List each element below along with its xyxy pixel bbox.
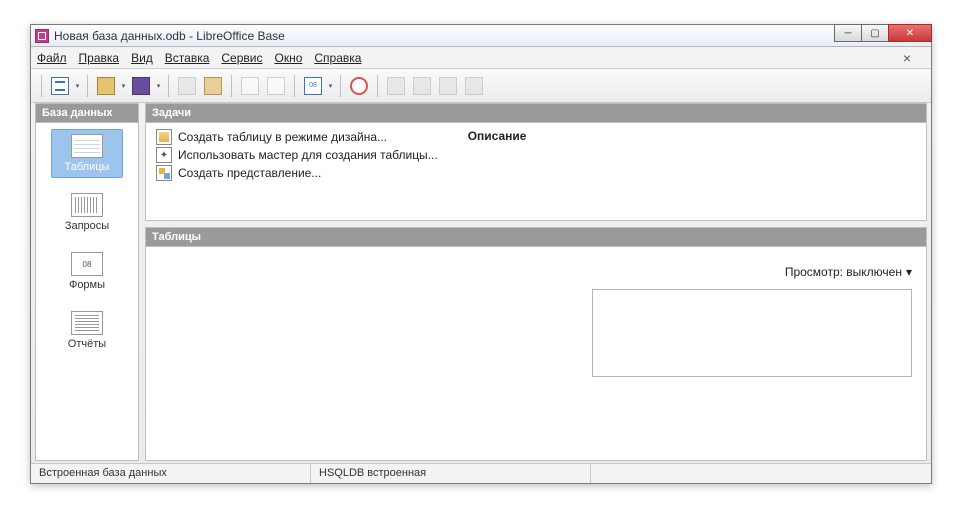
statusbar: Встроенная база данных HSQLDB встроенная: [31, 463, 931, 483]
titlebar[interactable]: Новая база данных.odb - LibreOffice Base…: [31, 25, 931, 47]
menu-edit[interactable]: Правка: [79, 51, 120, 65]
form-button[interactable]: [301, 74, 325, 98]
maximize-button[interactable]: ▢: [861, 24, 889, 42]
menu-view[interactable]: Вид: [131, 51, 153, 65]
task-wizard[interactable]: Использовать мастер для создания таблицы…: [156, 147, 438, 163]
open-button[interactable]: [94, 74, 118, 98]
paste-icon: [204, 77, 222, 95]
grey-icon: [413, 77, 431, 95]
grey4-button[interactable]: [462, 74, 486, 98]
menu-insert[interactable]: Вставка: [165, 51, 210, 65]
preview-label: Просмотр: выключен: [785, 265, 902, 279]
help-button[interactable]: [347, 74, 371, 98]
menubar: Файл Правка Вид Вставка Сервис Окно Спра…: [31, 47, 931, 69]
copy-button[interactable]: [175, 74, 199, 98]
sort-asc-button[interactable]: [238, 74, 262, 98]
reports-icon: [71, 311, 103, 335]
tasks-panel: Задачи Создать таблицу в режиме дизайна.…: [145, 103, 927, 221]
copy-icon: [178, 77, 196, 95]
close-doc-icon[interactable]: ×: [903, 50, 911, 66]
window-title: Новая база данных.odb - LibreOffice Base: [54, 29, 285, 43]
tables-body: Просмотр: выключен ▾: [146, 247, 926, 460]
content-area: База данных Таблицы Запросы Формы Отчёты За…: [35, 103, 927, 461]
preview-toggle[interactable]: Просмотр: выключен ▾: [785, 265, 912, 279]
menu-tools[interactable]: Сервис: [221, 51, 262, 65]
task-label: Создать таблицу в режиме дизайна...: [178, 130, 387, 144]
status-left: Встроенная база данных: [31, 464, 311, 483]
task-list: Создать таблицу в режиме дизайна... Испол…: [156, 129, 438, 214]
minimize-button[interactable]: ─: [834, 24, 862, 42]
app-icon: [35, 29, 49, 43]
save-button[interactable]: [129, 74, 153, 98]
sidebar-item-reports[interactable]: Отчёты: [51, 306, 123, 355]
help-icon: [350, 77, 368, 95]
sidebar-item-forms[interactable]: Формы: [51, 247, 123, 296]
open-icon: [97, 77, 115, 95]
status-mid: HSQLDB встроенная: [311, 464, 591, 483]
view-icon: [156, 165, 172, 181]
tasks-header: Задачи: [146, 104, 926, 123]
grey3-button[interactable]: [436, 74, 460, 98]
status-right: [591, 464, 931, 483]
close-button[interactable]: ✕: [888, 24, 932, 42]
save-dropdown[interactable]: ▾: [155, 74, 162, 98]
forms-icon: [71, 252, 103, 276]
grey2-button[interactable]: [410, 74, 434, 98]
task-design[interactable]: Создать таблицу в режиме дизайна...: [156, 129, 438, 145]
tasks-body: Создать таблицу в режиме дизайна... Испол…: [146, 123, 926, 220]
description-column: Описание: [468, 129, 916, 214]
preview-box: [592, 289, 912, 377]
design-icon: [156, 129, 172, 145]
sidebar-item-label: Формы: [52, 279, 122, 291]
wizard-icon: [156, 147, 172, 163]
open-dropdown[interactable]: ▾: [120, 74, 127, 98]
grey1-button[interactable]: [384, 74, 408, 98]
menu-window[interactable]: Окно: [274, 51, 302, 65]
grey-icon: [465, 77, 483, 95]
sidebar-header: База данных: [36, 104, 138, 123]
new-doc-icon: [51, 77, 69, 95]
tables-panel: Таблицы Просмотр: выключен ▾: [145, 227, 927, 461]
description-title: Описание: [468, 129, 916, 143]
save-icon: [132, 77, 150, 95]
tables-icon: [71, 134, 103, 158]
new-dropdown[interactable]: ▾: [74, 74, 81, 98]
paste-button[interactable]: [201, 74, 225, 98]
sidebar-items: Таблицы Запросы Формы Отчёты: [36, 123, 138, 460]
sort-desc-button[interactable]: [264, 74, 288, 98]
form-icon: [304, 77, 322, 95]
app-window: Новая база данных.odb - LibreOffice Base…: [30, 24, 932, 484]
task-label: Использовать мастер для создания таблицы…: [178, 148, 438, 162]
window-controls: ─ ▢ ✕: [835, 24, 932, 42]
grey-icon: [439, 77, 457, 95]
queries-icon: [71, 193, 103, 217]
new-button[interactable]: [48, 74, 72, 98]
sidebar-item-label: Таблицы: [52, 161, 122, 173]
tables-header: Таблицы: [146, 228, 926, 247]
menu-file[interactable]: Файл: [37, 51, 67, 65]
sidebar-item-queries[interactable]: Запросы: [51, 188, 123, 237]
toolbar: ▾ ▾ ▾ ▾: [31, 69, 931, 103]
task-view[interactable]: Создать представление...: [156, 165, 438, 181]
sidebar-item-label: Запросы: [52, 220, 122, 232]
chevron-down-icon: ▾: [906, 265, 912, 279]
menu-help[interactable]: Справка: [314, 51, 361, 65]
sort-asc-icon: [241, 77, 259, 95]
sidebar-item-label: Отчёты: [52, 338, 122, 350]
task-label: Создать представление...: [178, 166, 321, 180]
main-panel: Задачи Создать таблицу в режиме дизайна.…: [145, 103, 927, 461]
sidebar-item-tables[interactable]: Таблицы: [51, 129, 123, 178]
form-dropdown[interactable]: ▾: [327, 74, 334, 98]
sort-desc-icon: [267, 77, 285, 95]
grey-icon: [387, 77, 405, 95]
database-sidebar: База данных Таблицы Запросы Формы Отчёты: [35, 103, 139, 461]
